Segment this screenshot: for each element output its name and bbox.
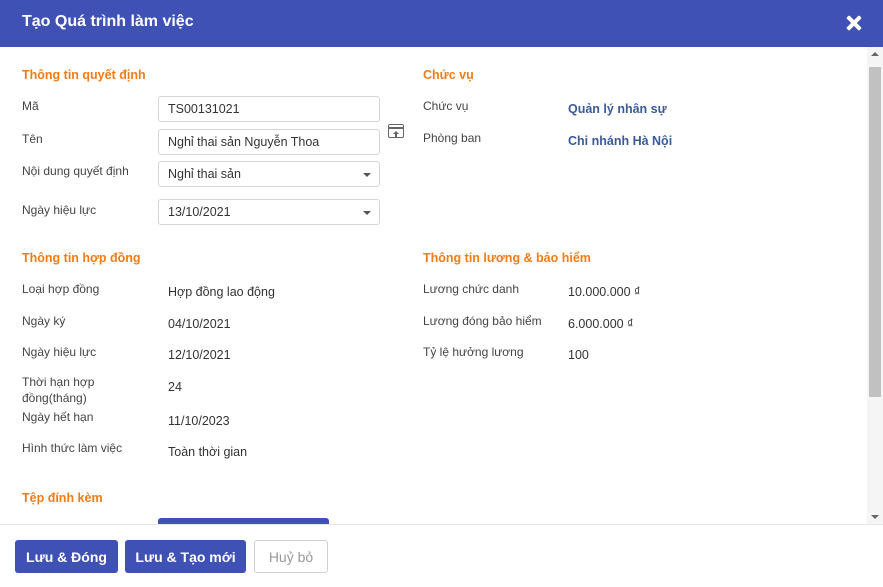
dialog-header: Tạo Quá trình làm việc bbox=[0, 0, 883, 47]
work-mode-label: Hình thức làm việc bbox=[22, 441, 123, 455]
scroll-up-icon[interactable] bbox=[871, 52, 879, 56]
expiry-date-value: 11/10/2023 bbox=[168, 414, 230, 428]
decision-section-title: Thông tin quyết định bbox=[22, 68, 146, 82]
content-value: Nghỉ thai sản bbox=[168, 167, 241, 181]
work-mode-value: Toàn thời gian bbox=[168, 445, 248, 459]
title-salary-value: 10.000.000 ₫ bbox=[568, 285, 641, 299]
name-label: Tên bbox=[22, 132, 43, 146]
salary-section-title: Thông tin lương & bảo hiểm bbox=[423, 251, 591, 265]
position-label: Chức vụ bbox=[423, 99, 469, 113]
scroll-thumb[interactable] bbox=[869, 67, 881, 397]
content-select[interactable]: Nghỉ thai sản bbox=[158, 161, 380, 187]
code-value: TS00131021 bbox=[168, 102, 240, 116]
dialog-body: Thông tin quyết định Mã TS00131021 Tên N… bbox=[0, 47, 867, 524]
effective-date-label: Ngày hiệu lực bbox=[22, 203, 97, 217]
sign-date-value: 04/10/2021 bbox=[168, 317, 231, 331]
name-input[interactable]: Nghỉ thai sản Nguyễn Thoa bbox=[158, 129, 380, 155]
chevron-down-icon bbox=[363, 211, 371, 215]
salary-rate-value: 100 bbox=[568, 348, 589, 362]
effective-date-select[interactable]: 13/10/2021 bbox=[158, 199, 380, 225]
contract-effective-label: Ngày hiệu lực bbox=[22, 345, 97, 359]
insurance-salary-value: 6.000.000 ₫ bbox=[568, 317, 634, 331]
sign-date-label: Ngày ký bbox=[22, 314, 66, 328]
insurance-salary-label: Lương đóng bảo hiểm bbox=[423, 314, 542, 328]
scrollbar[interactable] bbox=[867, 47, 883, 524]
attachments-section-title: Tệp đính kèm bbox=[22, 491, 103, 505]
contract-type-label: Loại hợp đồng bbox=[22, 282, 100, 296]
code-input[interactable]: TS00131021 bbox=[158, 96, 380, 122]
cancel-button[interactable]: Huỷ bỏ bbox=[254, 540, 328, 573]
department-value: Chi nhánh Hà Nội bbox=[568, 134, 673, 148]
chevron-down-icon bbox=[363, 173, 371, 177]
code-label: Mã bbox=[22, 99, 39, 113]
expiry-date-label: Ngày hết hạn bbox=[22, 410, 94, 424]
dialog-footer: Lưu & Đóng Lưu & Tạo mới Huỷ bỏ bbox=[0, 524, 883, 587]
position-section-title: Chức vụ bbox=[423, 68, 474, 82]
save-close-button[interactable]: Lưu & Đóng bbox=[15, 540, 118, 573]
contract-effective-value: 12/10/2021 bbox=[168, 348, 231, 362]
dialog-title: Tạo Quá trình làm việc bbox=[22, 13, 194, 30]
contract-term-label: Thời hạn hợp đồng(tháng) bbox=[22, 375, 95, 405]
content-label: Nội dung quyết định bbox=[22, 164, 129, 178]
name-value: Nghỉ thai sản Nguyễn Thoa bbox=[168, 135, 320, 149]
salary-rate-label: Tỷ lệ hưởng lương bbox=[423, 345, 524, 359]
open-list-icon[interactable] bbox=[388, 124, 404, 138]
effective-date-value: 13/10/2021 bbox=[168, 205, 231, 219]
contract-term-value: 24 bbox=[168, 380, 182, 394]
position-value: Quản lý nhân sự bbox=[568, 102, 667, 116]
contract-type-value: Hợp đồng lao động bbox=[168, 285, 275, 299]
contract-section-title: Thông tin hợp đồng bbox=[22, 251, 141, 265]
close-icon[interactable] bbox=[845, 14, 863, 32]
title-salary-label: Lương chức danh bbox=[423, 282, 519, 296]
save-new-button[interactable]: Lưu & Tạo mới bbox=[125, 540, 246, 573]
department-label: Phòng ban bbox=[423, 131, 482, 145]
scroll-down-icon[interactable] bbox=[871, 515, 879, 519]
